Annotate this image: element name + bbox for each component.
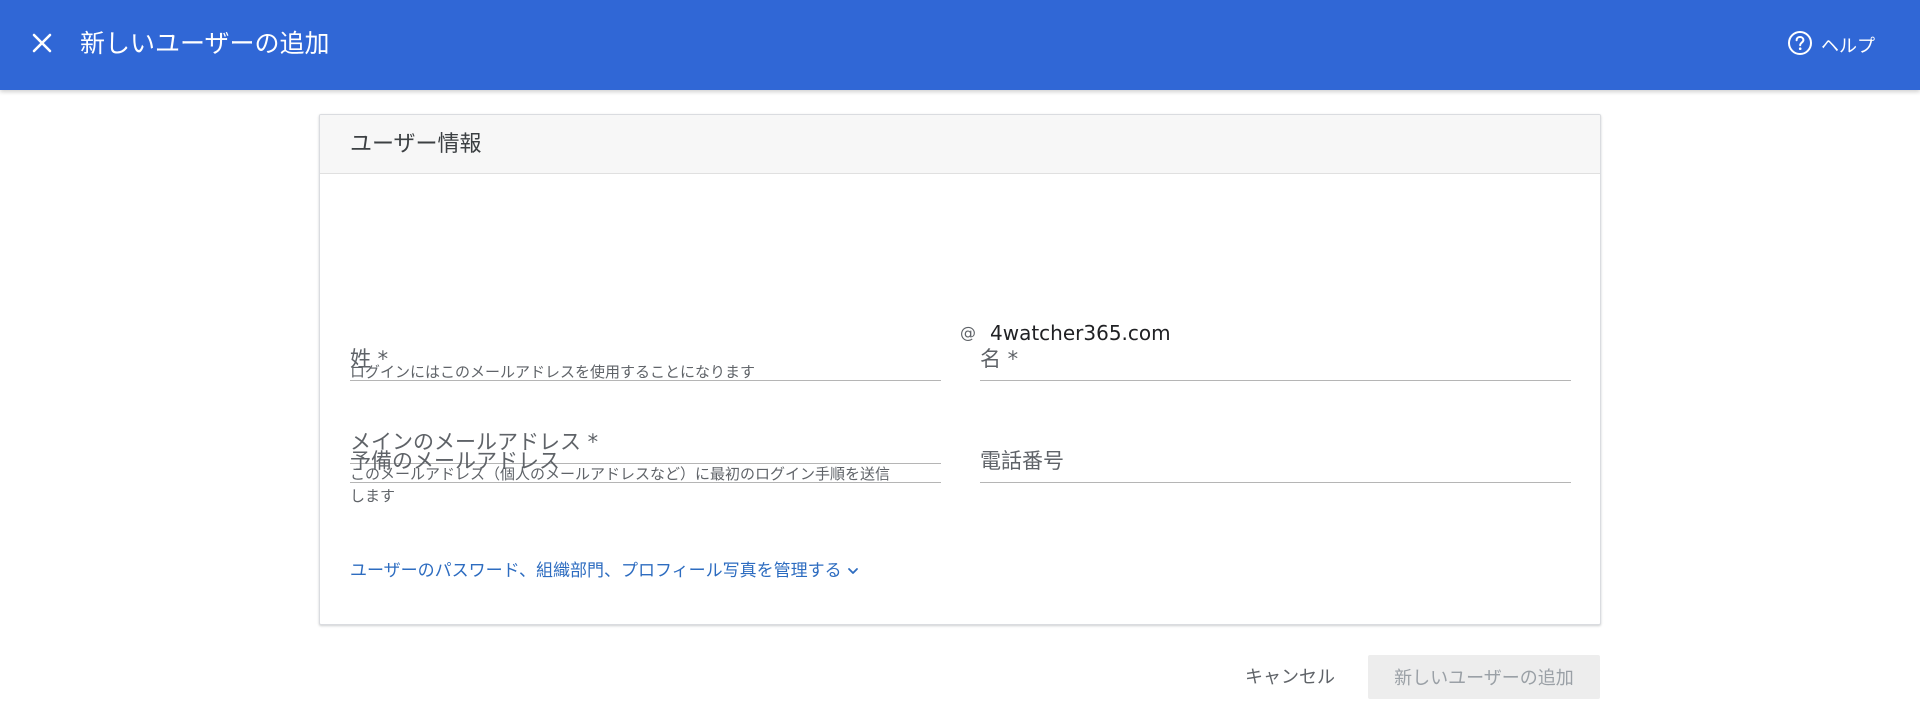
card-header: ユーザー情報 xyxy=(320,115,1600,174)
manage-link-label: ユーザーのパスワード、組織部門、プロフィール写真を管理する xyxy=(350,561,842,581)
card-title: ユーザー情報 xyxy=(350,132,482,157)
app-header: 新しいユーザーの追加 ヘルプ xyxy=(0,0,1920,90)
at-sign: @ xyxy=(960,323,976,342)
chevron-down-icon xyxy=(846,564,860,578)
close-button[interactable] xyxy=(24,27,60,63)
secondary-email-hint: このメールアドレス（個人のメールアドレスなど）に最初のログイン手順を送信 します xyxy=(350,463,950,507)
manage-user-settings-link[interactable]: ユーザーのパスワード、組織部門、プロフィール写真を管理する xyxy=(350,559,860,583)
close-icon xyxy=(31,32,53,58)
phone-label: 電話番号 xyxy=(980,449,1064,473)
first-name-field[interactable]: 名 * xyxy=(980,341,1571,381)
first-name-label: 名 * xyxy=(980,347,1019,371)
primary-email-hint: ログインにはこのメールアドレスを使用することになります xyxy=(350,363,756,381)
help-label: ヘルプ xyxy=(1821,36,1875,57)
user-info-card: ユーザー情報 姓 * 名 * メインのメールアドレス * @ 4watcher3… xyxy=(319,114,1601,625)
cancel-button[interactable]: キャンセル xyxy=(1232,656,1348,696)
secondary-email-hint-line1: このメールアドレス（個人のメールアドレスなど）に最初のログイン手順を送信 xyxy=(350,465,891,483)
secondary-email-hint-line2: します xyxy=(350,487,396,505)
help-button[interactable]: ヘルプ xyxy=(1787,29,1875,61)
phone-field[interactable]: 電話番号 xyxy=(980,443,1571,483)
add-user-button[interactable]: 新しいユーザーの追加 xyxy=(1368,655,1600,699)
help-circle-icon xyxy=(1787,30,1813,60)
page-title: 新しいユーザーの追加 xyxy=(80,29,330,58)
email-domain: 4watcher365.com xyxy=(990,321,1171,345)
